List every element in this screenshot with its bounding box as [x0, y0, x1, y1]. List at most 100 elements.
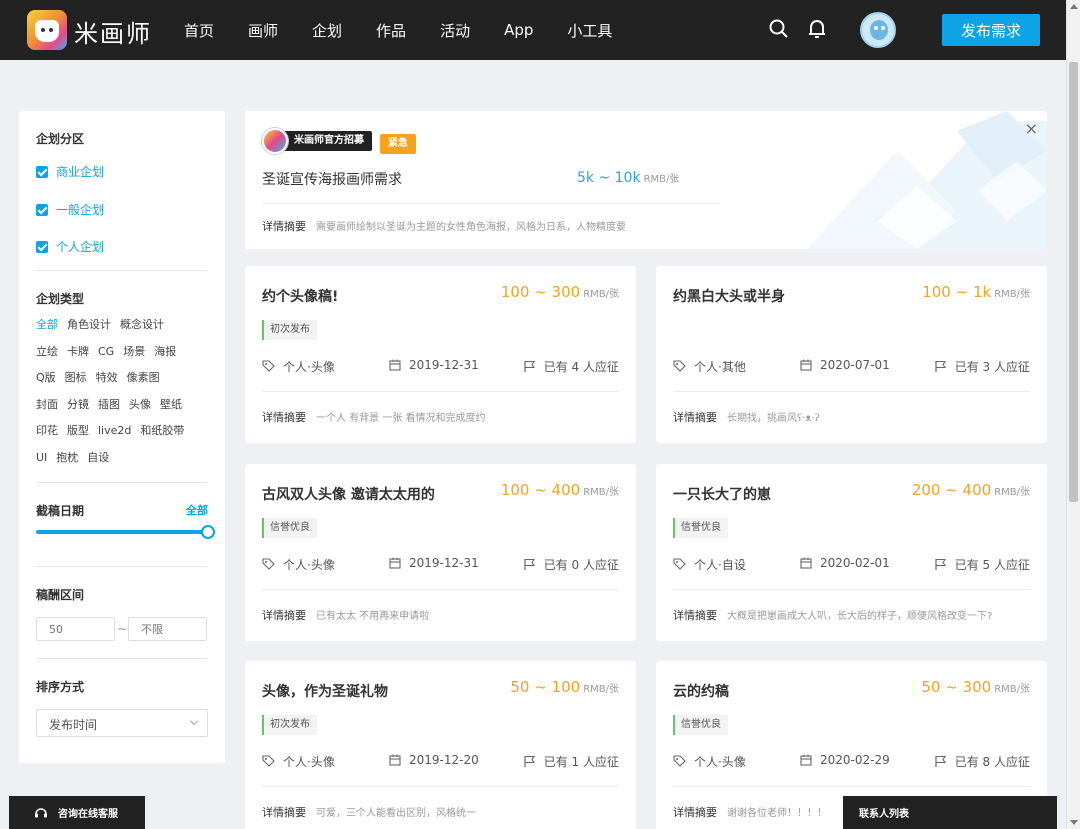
- fee-range-separator: ~: [117, 622, 128, 636]
- nav-item-events[interactable]: 活动: [440, 20, 470, 41]
- publish-request-button[interactable]: 发布需求: [942, 14, 1040, 46]
- search-icon[interactable]: [768, 18, 790, 40]
- scroll-up-arrow-icon[interactable]: [1070, 4, 1078, 9]
- project-price: 50 ~ 100 RMB/张: [510, 678, 619, 696]
- project-title[interactable]: 一只长大了的崽: [673, 484, 771, 504]
- tag-icon: [262, 755, 275, 767]
- deadline-section-title: 截稿日期: [36, 504, 85, 518]
- project-card[interactable]: 古风双人头像 邀请太太用的 100 ~ 400 RMB/张 信誉优良 个人·头像 2019…: [245, 464, 636, 641]
- divider: [36, 566, 207, 567]
- type-tag[interactable]: live2d: [98, 424, 131, 437]
- type-tag[interactable]: 海报: [154, 345, 176, 358]
- project-card[interactable]: 约黑白大头或半身 100 ~ 1k RMB/张 个人·其他 2020-07-01 已有 3…: [656, 266, 1047, 443]
- status-tag: 信誉优良: [673, 715, 728, 735]
- type-tag[interactable]: 版型: [67, 424, 89, 437]
- divider: [262, 391, 619, 392]
- type-tag[interactable]: 印花: [36, 424, 58, 437]
- flag-icon: [524, 360, 535, 372]
- type-tag[interactable]: CG: [98, 345, 114, 358]
- project-price: 5k ~ 10k RMB/张: [577, 170, 680, 186]
- project-title[interactable]: 古风双人头像 邀请太太用的: [262, 484, 435, 504]
- project-price: 100 ~ 1k RMB/张: [922, 283, 1030, 301]
- type-tag[interactable]: 头像: [129, 398, 151, 411]
- flag-icon: [935, 558, 946, 570]
- type-tag[interactable]: 场景: [123, 345, 145, 358]
- type-tag[interactable]: 自设: [87, 451, 109, 464]
- category-checkbox-general[interactable]: 一般企划: [36, 201, 104, 218]
- category-checkbox-commercial[interactable]: 商业企划: [36, 163, 104, 180]
- category-checkbox-personal[interactable]: 个人企划: [36, 238, 104, 255]
- applicant-count: 已有 0 人应征: [523, 556, 619, 573]
- project-title[interactable]: 云的约稿: [673, 681, 729, 701]
- nav-item-artists[interactable]: 画师: [248, 20, 278, 41]
- type-tag[interactable]: UI: [36, 451, 47, 464]
- project-title[interactable]: 头像，作为圣诞礼物: [262, 681, 388, 701]
- project-card[interactable]: 头像，作为圣诞礼物 50 ~ 100 RMB/张初次发布个人·头像 2019-12-2…: [245, 661, 636, 829]
- status-tag: 信誉优良: [673, 518, 728, 538]
- applicant-count: 已有 1 人应征: [523, 753, 619, 770]
- close-icon[interactable]: ×: [1025, 119, 1038, 138]
- type-tag[interactable]: Q版: [36, 371, 56, 384]
- project-price: 50 ~ 300 RMB/张: [921, 678, 1030, 696]
- status-tag: 初次发布: [262, 715, 317, 735]
- nav-item-app[interactable]: App: [504, 21, 533, 39]
- type-tag[interactable]: 像素图: [127, 371, 160, 384]
- contact-list-button[interactable]: 联系人列表: [843, 796, 1057, 829]
- calendar-icon: [389, 557, 401, 569]
- type-tag[interactable]: 卡牌: [67, 345, 89, 358]
- type-tag[interactable]: 图标: [65, 371, 87, 384]
- sort-select[interactable]: 发布时间: [36, 709, 208, 737]
- type-tag[interactable]: 封面: [36, 398, 58, 411]
- project-title[interactable]: 约个头像稿!: [262, 286, 338, 306]
- mihuashi-badge-icon: [262, 128, 288, 154]
- type-tag[interactable]: 角色设计: [67, 318, 111, 331]
- calendar-icon: [389, 754, 401, 766]
- deadline-slider-track[interactable]: [36, 530, 208, 534]
- scroll-down-arrow-icon[interactable]: [1070, 820, 1078, 825]
- page-scrollbar[interactable]: [1066, 0, 1080, 829]
- type-tag[interactable]: 分镜: [67, 398, 89, 411]
- nav-item-projects[interactable]: 企划: [312, 20, 342, 41]
- type-tag[interactable]: 特效: [96, 371, 118, 384]
- deadline-slider-handle[interactable]: [201, 525, 215, 539]
- type-tag[interactable]: 抱枕: [56, 451, 78, 464]
- divider: [673, 786, 1030, 787]
- logo-text[interactable]: 米画师: [74, 14, 152, 49]
- fee-min-input[interactable]: [36, 617, 115, 641]
- nav-item-works[interactable]: 作品: [376, 20, 406, 41]
- divider: [262, 589, 619, 590]
- notification-bell-icon[interactable]: [806, 18, 828, 40]
- divider: [673, 391, 1030, 392]
- top-navigation-bar: 米画师 首页 画师 企划 作品 活动 App 小工具 发布需求: [0, 0, 1066, 60]
- type-tag[interactable]: 概念设计: [120, 318, 164, 331]
- nav-item-home[interactable]: 首页: [184, 20, 214, 41]
- project-price: 100 ~ 300 RMB/张: [500, 283, 619, 301]
- project-title[interactable]: 圣诞宣传海报画师需求: [262, 169, 402, 189]
- category-section-title: 企划分区: [36, 132, 85, 146]
- type-tag[interactable]: 插图: [98, 398, 120, 411]
- checkbox-checked-icon: [36, 203, 48, 216]
- type-tag[interactable]: 和纸胶带: [140, 424, 184, 437]
- project-deadline: 2019-12-20: [389, 753, 479, 767]
- project-card[interactable]: 约个头像稿! 100 ~ 300 RMB/张 初次发布 个人·头像 2019-12-31 已…: [245, 266, 636, 443]
- project-category: 个人·自设: [673, 556, 746, 573]
- project-category: 个人·头像: [262, 556, 335, 573]
- nav-item-tools[interactable]: 小工具: [567, 20, 612, 41]
- divider: [36, 270, 207, 271]
- user-avatar[interactable]: [860, 12, 896, 48]
- type-tag[interactable]: 全部: [36, 318, 58, 331]
- flag-icon: [524, 558, 535, 570]
- fee-max-input[interactable]: [128, 617, 207, 641]
- status-tag: 信誉优良: [262, 518, 317, 538]
- scrollbar-thumb[interactable]: [1069, 62, 1078, 502]
- project-category: 个人·头像: [262, 753, 335, 770]
- mihuashi-logo-icon[interactable]: [27, 10, 67, 50]
- flag-icon: [935, 360, 946, 372]
- featured-project-card[interactable]: 米画师官方招募 紧急 圣诞宣传海报画师需求 5k ~ 10k RMB/张 详情摘要…: [245, 111, 1047, 249]
- project-title[interactable]: 约黑白大头或半身: [673, 286, 785, 306]
- project-card[interactable]: 一只长大了的崽 200 ~ 400 RMB/张 信誉优良 个人·自设 2020-02-01…: [656, 464, 1047, 641]
- type-tag[interactable]: 立绘: [36, 345, 58, 358]
- online-support-button[interactable]: 咨询在线客服: [9, 796, 145, 829]
- type-tag[interactable]: 壁纸: [160, 398, 182, 411]
- deadline-value: 全部: [186, 504, 208, 517]
